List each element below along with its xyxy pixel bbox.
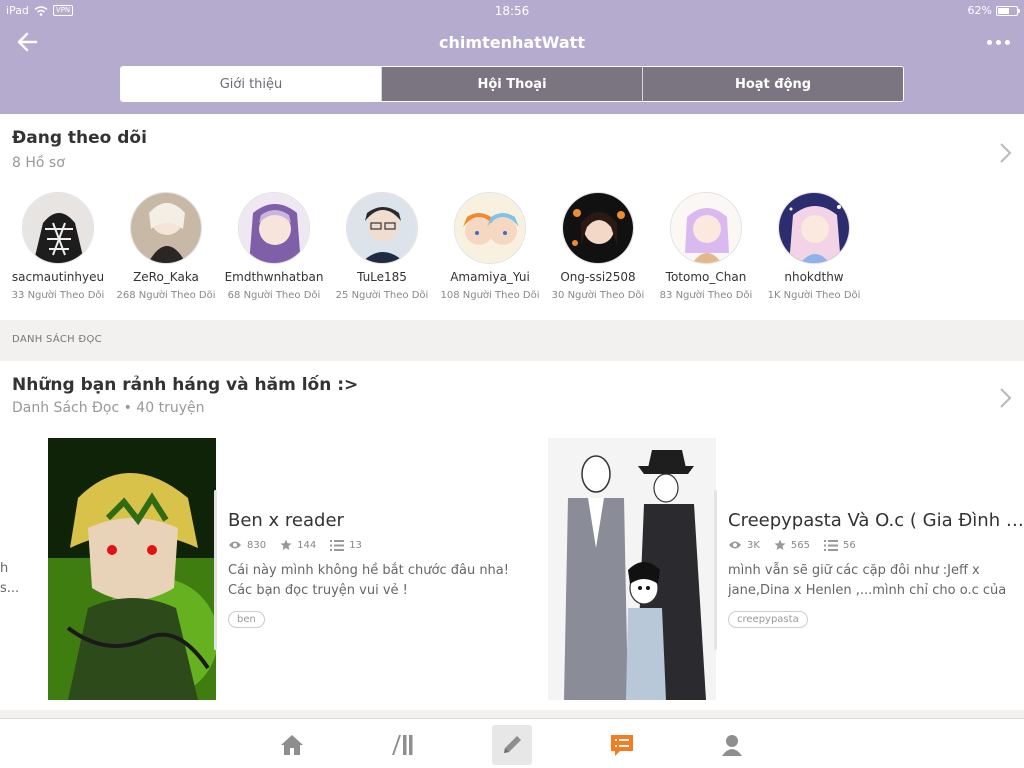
status-time: 18:56 bbox=[494, 4, 530, 18]
profile-card[interactable]: Amamiya_Yui 108 Người Theo Dõi bbox=[436, 192, 544, 301]
story-info: Ben x reader 830 144 13 Cái này mình khô… bbox=[228, 510, 528, 632]
profile-card[interactable]: TuLe185 25 Người Theo Dõi bbox=[328, 192, 436, 301]
profile-card[interactable]: ZeRo_Kaka 268 Người Theo Dõi bbox=[112, 192, 220, 301]
page-title: chimtenhatWatt bbox=[439, 33, 585, 52]
cover-divider bbox=[714, 490, 717, 650]
follower-count: 68 Người Theo Dõi bbox=[227, 290, 321, 301]
star-icon bbox=[280, 539, 292, 550]
avatar[interactable] bbox=[238, 192, 310, 264]
profile-header: iPad VPN 18:56 62% chimtenhatWatt Giới t… bbox=[0, 0, 1024, 114]
write-icon bbox=[504, 736, 521, 753]
story-description: Cái này mình không hề bắt chước đâu nha!… bbox=[228, 563, 509, 598]
follower-count: 25 Người Theo Dõi bbox=[335, 290, 429, 301]
story-title[interactable]: Creepypasta Và O.c ( Gia Đình Mơ Ước ) bbox=[728, 510, 1024, 531]
story-info: Creepypasta Và O.c ( Gia Đình Mơ Ước ) 3… bbox=[728, 510, 1024, 632]
story-tag[interactable]: ben bbox=[228, 611, 265, 628]
chevron-right-icon[interactable] bbox=[998, 387, 1012, 409]
parts-list-icon bbox=[330, 539, 345, 551]
reading-list-title[interactable]: Những bạn rảnh háng và hăm lốn :> bbox=[12, 375, 358, 395]
profile-name: nhokdthw bbox=[784, 270, 844, 284]
story-description: mình vẫn sẽ giữ các cặp đôi như :Jeff x … bbox=[728, 563, 1007, 598]
avatar[interactable] bbox=[670, 192, 742, 264]
reading-list-subtitle: Danh Sách Đọc • 40 truyện bbox=[12, 400, 205, 416]
battery-fill bbox=[998, 7, 1010, 14]
follower-count: 33 Người Theo Dõi bbox=[11, 290, 105, 301]
profile-card[interactable]: Ong-ssi2508 30 Người Theo Dõi bbox=[544, 192, 652, 301]
story-card[interactable]: Creepypasta Và O.c ( Gia Đình Mơ Ước ) 3… bbox=[548, 438, 1024, 700]
story-cover[interactable] bbox=[48, 438, 216, 700]
part-count: 13 bbox=[349, 539, 362, 551]
follower-count: 108 Người Theo Dõi bbox=[440, 290, 540, 301]
home-icon bbox=[281, 735, 303, 755]
vote-count: 144 bbox=[297, 539, 317, 551]
following-title: Đang theo dõi bbox=[12, 128, 147, 148]
section-label: DANH SÁCH ĐỌC bbox=[12, 334, 102, 345]
read-count: 830 bbox=[247, 539, 267, 551]
eye-icon bbox=[729, 541, 741, 549]
bottom-tab-bar bbox=[0, 718, 1024, 768]
tab-profile[interactable] bbox=[712, 725, 752, 765]
tab-home[interactable] bbox=[272, 725, 312, 765]
tab-write[interactable] bbox=[492, 725, 532, 765]
story-card[interactable]: Ben x reader 830 144 13 Cái này mình khô… bbox=[48, 438, 528, 700]
profile-card[interactable]: Emdthwnhatban 68 Người Theo Dõi bbox=[220, 192, 328, 301]
profile-tabs: Giới thiệu Hội Thoại Hoạt động bbox=[120, 66, 904, 102]
avatar[interactable] bbox=[130, 192, 202, 264]
profile-card[interactable]: nhokdthw 1K Người Theo Dõi bbox=[760, 192, 868, 301]
vote-count: 565 bbox=[790, 539, 811, 551]
bottom-divider bbox=[0, 710, 1024, 718]
status-bar: iPad VPN 18:56 62% bbox=[0, 0, 1024, 22]
profile-name: ZeRo_Kaka bbox=[133, 270, 199, 284]
nav-bar: chimtenhatWatt bbox=[0, 28, 1024, 58]
story-cover[interactable] bbox=[548, 438, 716, 700]
avatar[interactable] bbox=[22, 192, 94, 264]
profile-name: Totomo_Chan bbox=[665, 270, 747, 284]
parts-list-icon bbox=[824, 539, 839, 551]
story-stats: 830 144 13 bbox=[228, 539, 528, 551]
following-section: Đang theo dõi 8 Hồ sơ sacmautinhyeu 33 N… bbox=[0, 114, 1024, 320]
tab-conversations[interactable]: Hội Thoại bbox=[381, 67, 642, 101]
follower-count: 268 Người Theo Dõi bbox=[116, 290, 216, 301]
cover-divider bbox=[214, 490, 217, 650]
more-options-icon[interactable] bbox=[987, 40, 1010, 45]
profile-name: Emdthwnhatban bbox=[224, 270, 324, 284]
reading-list-section: Những bạn rảnh háng và hăm lốn :> Danh S… bbox=[0, 361, 1024, 710]
avatar[interactable] bbox=[778, 192, 850, 264]
avatar[interactable] bbox=[562, 192, 634, 264]
previous-story-peek[interactable]: h s... bbox=[0, 559, 19, 599]
battery-icon bbox=[996, 5, 1020, 16]
follower-count: 1K Người Theo Dõi bbox=[767, 290, 861, 301]
tab-library[interactable] bbox=[382, 725, 422, 765]
star-icon bbox=[774, 539, 786, 550]
profile-icon bbox=[722, 735, 742, 756]
battery-percent: 62% bbox=[967, 4, 992, 17]
part-count: 56 bbox=[843, 539, 856, 551]
tab-messages[interactable] bbox=[602, 725, 642, 765]
profile-card[interactable]: sacmautinhyeu 33 Người Theo Dõi bbox=[4, 192, 112, 301]
story-stats: 3K 565 56 bbox=[728, 539, 1024, 551]
eye-icon bbox=[229, 541, 241, 549]
following-count: 8 Hồ sơ bbox=[12, 155, 65, 171]
read-count: 3K bbox=[747, 539, 760, 551]
tab-about[interactable]: Giới thiệu bbox=[121, 67, 381, 101]
avatar[interactable] bbox=[454, 192, 526, 264]
profile-name: Ong-ssi2508 bbox=[560, 270, 636, 284]
following-list: sacmautinhyeu 33 Người Theo Dõi ZeRo_Kak… bbox=[4, 192, 868, 301]
tab-activity[interactable]: Hoạt động bbox=[642, 67, 903, 101]
chevron-right-icon[interactable] bbox=[998, 142, 1012, 164]
profile-name: Amamiya_Yui bbox=[450, 270, 530, 284]
follower-count: 30 Người Theo Dõi bbox=[551, 290, 645, 301]
profile-name: TuLe185 bbox=[357, 270, 407, 284]
story-title[interactable]: Ben x reader bbox=[228, 510, 528, 531]
section-header: DANH SÁCH ĐỌC bbox=[0, 320, 1024, 361]
messages-icon bbox=[611, 735, 633, 756]
profile-card[interactable]: Totomo_Chan 83 Người Theo Dõi bbox=[652, 192, 760, 301]
library-icon bbox=[392, 735, 413, 755]
profile-name: sacmautinhyeu bbox=[11, 270, 105, 284]
story-tag[interactable]: creepypasta bbox=[728, 611, 808, 628]
avatar[interactable] bbox=[346, 192, 418, 264]
follower-count: 83 Người Theo Dõi bbox=[659, 290, 753, 301]
